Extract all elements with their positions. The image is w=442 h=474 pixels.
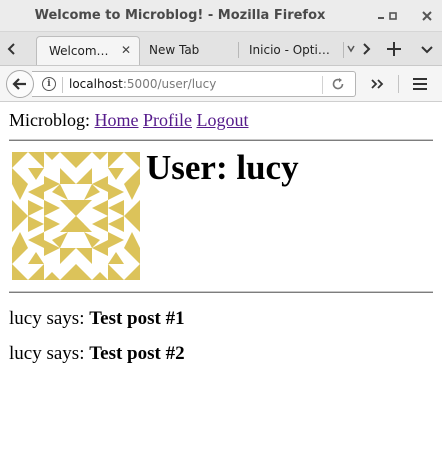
toolbar-separator	[398, 75, 399, 93]
info-icon[interactable]: i	[42, 77, 56, 91]
tab-list-icon[interactable]	[346, 38, 356, 60]
page-content: Microblog: Home Profile Logout User: luc…	[0, 102, 442, 474]
post-body: Test post #1	[89, 308, 185, 329]
tab-separator	[343, 42, 344, 58]
tab-scroll-left-icon[interactable]	[4, 40, 20, 58]
post-says: says:	[46, 308, 85, 329]
hamburger-menu-icon[interactable]	[410, 73, 430, 95]
tab-label: New Tab	[149, 43, 200, 57]
tab-scroll-right-icon[interactable]	[358, 40, 374, 58]
post-author: lucy	[9, 343, 42, 364]
reload-icon[interactable]	[330, 75, 346, 93]
window-title: Welcome to Microblog! - Mozilla Firefox	[34, 8, 326, 23]
url-bar[interactable]: i localhost:5000/user/lucy	[32, 71, 356, 97]
user-heading: User: lucy	[146, 148, 299, 187]
plus-icon[interactable]	[383, 38, 405, 60]
divider	[9, 139, 433, 141]
url-path: :5000/user/lucy	[122, 77, 217, 91]
tab-new-tab[interactable]: New Tab	[140, 36, 238, 65]
post-author: lucy	[9, 308, 42, 329]
nav-link-home[interactable]: Home	[95, 110, 139, 130]
back-button[interactable]	[6, 70, 34, 98]
tab-inicio[interactable]: Inicio - Opti…	[239, 36, 343, 65]
tab-strip: Welcom… ✕ New Tab Inicio - Opti…	[0, 32, 442, 66]
site-nav: Microblog: Home Profile Logout	[9, 110, 249, 131]
tab-label: Inicio - Opti…	[249, 43, 330, 57]
tab-label: Welcom…	[49, 44, 109, 58]
window-titlebar: Welcome to Microblog! - Mozilla Firefox	[0, 0, 442, 32]
reload-separator	[322, 76, 323, 94]
overflow-menu-icon[interactable]	[368, 73, 388, 95]
site-brand: Microblog:	[9, 110, 90, 130]
post-says: says:	[46, 343, 85, 364]
nav-link-profile[interactable]: Profile	[143, 110, 192, 130]
close-icon[interactable]	[419, 8, 435, 24]
maximize-icon[interactable]	[385, 8, 401, 24]
divider	[9, 291, 433, 293]
url-separator	[62, 77, 63, 93]
chevron-down-icon[interactable]	[416, 38, 438, 60]
user-avatar	[12, 152, 140, 280]
nav-link-logout[interactable]: Logout	[197, 110, 249, 130]
post-item: lucy says: Test post #1	[9, 308, 185, 330]
url-host: localhost	[69, 77, 123, 91]
post-body: Test post #2	[89, 343, 185, 364]
tab-welcome[interactable]: Welcom… ✕	[36, 36, 140, 65]
navigation-bar: i localhost:5000/user/lucy	[0, 66, 442, 102]
post-item: lucy says: Test post #2	[9, 343, 185, 365]
url-text[interactable]: localhost:5000/user/lucy	[69, 77, 216, 91]
tab-close-icon[interactable]: ✕	[121, 43, 131, 57]
